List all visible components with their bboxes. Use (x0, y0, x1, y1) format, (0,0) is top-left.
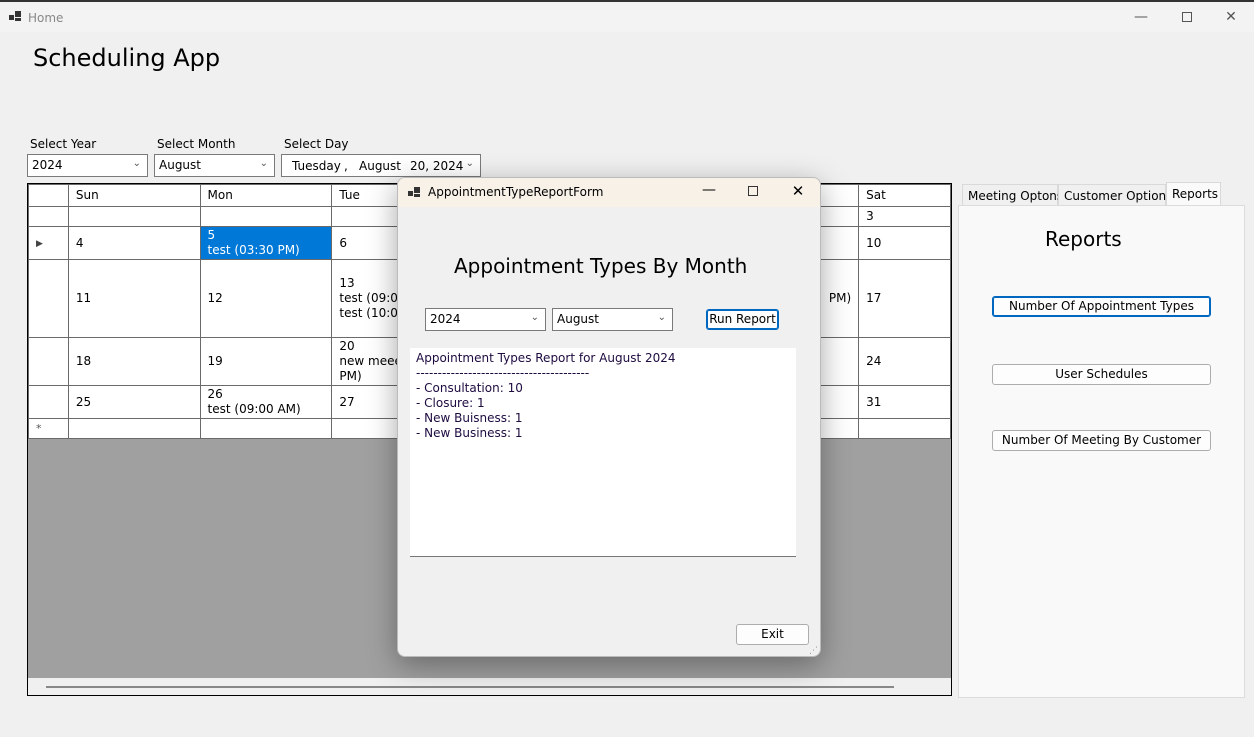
window-title: Home (28, 11, 64, 25)
dialog-maximize-button[interactable] (748, 186, 758, 196)
tab-customer-options[interactable]: Customer Options (1058, 184, 1172, 206)
resize-grip-icon[interactable]: ⋰ (809, 646, 818, 656)
calendar-cell[interactable]: 11 (67, 259, 201, 338)
row-header[interactable] (28, 337, 69, 386)
column-header-sat[interactable]: Sat (858, 184, 951, 207)
calendar-cell[interactable]: 12 (199, 259, 333, 338)
row-header[interactable] (28, 259, 69, 338)
report-output-textbox[interactable]: Appointment Types Report for August 2024… (410, 348, 796, 557)
app-window-icon (9, 11, 21, 22)
dialog-year-select[interactable]: 2024 ⌄ (425, 308, 546, 331)
dialog-minimize-button[interactable]: — (694, 182, 724, 198)
minimize-button[interactable]: — (1118, 2, 1164, 32)
select-month-label: Select Month (157, 137, 236, 151)
tab-meeting-options[interactable]: Meeting Optons (962, 184, 1063, 206)
scrollbar-thumb[interactable] (46, 686, 894, 688)
close-button[interactable]: ✕ (1208, 2, 1254, 32)
select-day-label: Select Day (284, 137, 349, 151)
calendar-cell[interactable] (67, 418, 201, 439)
app-title: Scheduling App (33, 44, 221, 72)
maximize-button[interactable] (1164, 2, 1210, 32)
dialog-title-bar: AppointmentTypeReportForm — ✕ (398, 178, 820, 207)
row-header-corner (28, 184, 69, 207)
calendar-cell[interactable]: 18 (67, 337, 201, 386)
new-row-asterisk-icon[interactable]: * (28, 418, 69, 439)
tab-reports[interactable]: Reports (1166, 182, 1221, 206)
calendar-cell[interactable]: 3 (858, 206, 951, 227)
maximize-icon (1182, 12, 1192, 22)
row-header[interactable] (28, 206, 69, 227)
number-of-meeting-by-customer-button[interactable]: Number Of Meeting By Customer (992, 430, 1211, 451)
calendar-cell[interactable] (199, 418, 333, 439)
chevron-down-icon: ⌄ (657, 312, 666, 323)
chevron-down-icon: ⌄ (465, 158, 474, 169)
calendar-cell[interactable] (858, 418, 951, 439)
dialog-heading: Appointment Types By Month (454, 254, 748, 278)
title-bar: Home (0, 2, 1254, 32)
exit-button[interactable]: Exit (736, 624, 809, 645)
day-sep: , (344, 159, 348, 173)
dialog-title: AppointmentTypeReportForm (428, 185, 604, 199)
calendar-cell[interactable]: 25 (67, 385, 201, 419)
calendar-cell[interactable]: 4 (67, 226, 201, 260)
day-weekday: Tuesday (292, 159, 341, 173)
chevron-down-icon: ⌄ (259, 158, 268, 169)
run-report-button[interactable]: Run Report (706, 309, 779, 330)
day-month: August (359, 159, 401, 173)
calendar-cell[interactable]: 17 (858, 259, 951, 338)
reports-title: Reports (1045, 227, 1122, 251)
dialog-close-button[interactable]: ✕ (786, 182, 810, 200)
calendar-cell[interactable]: 10 (858, 226, 951, 260)
calendar-cell[interactable]: 31 (858, 385, 951, 419)
dialog-year-value: 2024 (430, 312, 461, 326)
dialog-month-select[interactable]: August ⌄ (552, 308, 673, 331)
calendar-cell[interactable]: 24 (858, 337, 951, 386)
minimize-icon: — (1134, 9, 1148, 25)
calendar-cell[interactable] (199, 206, 333, 227)
day-date: 20, 2024 (410, 159, 464, 173)
chevron-down-icon: ⌄ (530, 312, 539, 323)
year-select[interactable]: 2024 ⌄ (27, 154, 148, 177)
calendar-cell[interactable]: 5 test (03:30 PM) (199, 226, 333, 260)
app-window-icon (408, 187, 420, 198)
current-row-arrow-icon[interactable]: ▶ (28, 226, 69, 260)
dialog-month-value: August (557, 312, 599, 326)
calendar-cell[interactable]: 26 test (09:00 AM) (199, 385, 333, 419)
user-schedules-button[interactable]: User Schedules (992, 364, 1211, 385)
month-select[interactable]: August ⌄ (154, 154, 275, 177)
number-of-appointment-types-button[interactable]: Number Of Appointment Types (992, 296, 1211, 317)
close-icon: ✕ (1225, 9, 1237, 25)
chevron-down-icon: ⌄ (132, 158, 141, 169)
appointment-type-report-dialog: AppointmentTypeReportForm — ✕ Appointmen… (397, 177, 821, 657)
select-year-label: Select Year (30, 137, 97, 151)
day-picker[interactable]: Tuesday , August 20, 2024 ⌄ (281, 154, 481, 177)
calendar-cell[interactable]: 19 (199, 337, 333, 386)
year-value: 2024 (32, 158, 63, 172)
row-header[interactable] (28, 385, 69, 419)
column-header-sun[interactable]: Sun (67, 184, 201, 207)
column-header-mon[interactable]: Mon (199, 184, 333, 207)
month-value: August (159, 158, 201, 172)
horizontal-scrollbar[interactable] (28, 678, 951, 695)
reports-panel: Reports Number Of Appointment Types User… (958, 205, 1245, 698)
calendar-cell[interactable] (67, 206, 201, 227)
